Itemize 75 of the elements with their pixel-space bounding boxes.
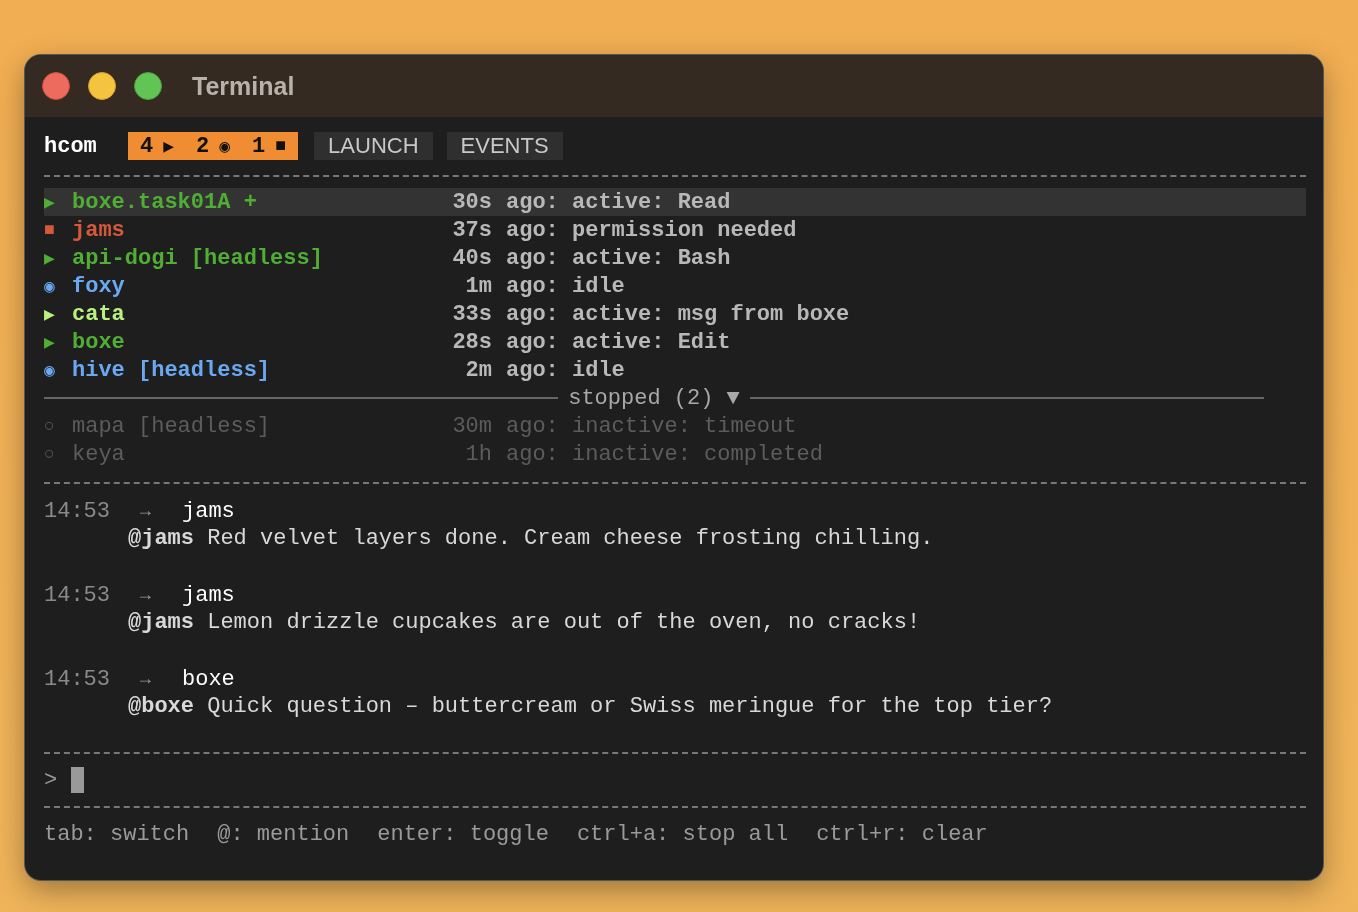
agent-status: ago: permission needed [506,217,798,243]
agent-row[interactable]: ▶ boxe 28s ago: active: Edit [44,328,1306,356]
status-symbol: ■ [275,136,287,156]
agent-row[interactable]: ▶ api-dogi [headless] 40s ago: active: Bash [44,244,1306,272]
message-text: @boxe Quick question – buttercream or Swiss meringue for the top tier? [128,693,1054,721]
status-symbol: ▶ [44,192,56,213]
agent-name: cata [72,301,126,327]
input-field[interactable]: > [44,754,1306,806]
zoom-button[interactable] [134,72,162,100]
agent-status: ago: idle [506,357,626,383]
status-symbol: ◉ [44,360,56,381]
agent-time: 30m [451,413,493,439]
agent-time: 37s [451,217,493,243]
agent-name: api-dogi [headless] [72,245,324,271]
agent-time: 40s [451,245,493,271]
agent-status: ago: active: Read [506,189,732,215]
arrow-icon: → [140,501,182,521]
count: 4 [140,133,154,159]
key-hint: tab: switch [44,821,190,847]
agent-name: mapa [headless] [72,413,272,439]
status-symbol: ◉ [219,136,231,157]
agent-time: 30s [451,189,493,215]
stopped-group-toggle[interactable]: stopped (2) ▼ [558,385,750,411]
agent-name: foxy [72,273,126,299]
close-button[interactable] [42,72,70,100]
message-time: 14:53 [44,582,111,608]
status-symbol: ▶ [44,248,56,269]
status-symbol: ■ [44,220,56,240]
minimize-button[interactable] [88,72,116,100]
agent-time: 2m [464,357,493,383]
count: 1 [252,133,266,159]
agent-status: ago: active: Bash [506,245,732,271]
status-symbol: ▶ [163,136,175,157]
agent-time: 1m [464,273,493,299]
status-symbol: ◉ [44,276,56,297]
agent-name: boxe [72,329,126,355]
status-symbol: ▶ [44,304,56,325]
agent-row[interactable]: ▶ cata 33s ago: active: msg from boxe [44,300,1306,328]
agent-row[interactable]: ▶ boxe.task01A + 30s ago: active: Read [44,188,1306,216]
arrow-icon: → [140,585,182,605]
tab[interactable]: LAUNCH [314,132,433,160]
agent-status: ago: active: Edit [506,329,732,355]
status-symbol: ○ [44,444,56,464]
key-hint: enter: toggle [377,821,549,847]
count: 2 [196,133,210,159]
app-name: hcom [44,133,98,159]
agent-status: ago: inactive: timeout [506,413,798,439]
message-text: @jams Red velvet layers done. Cream cheese frosting chilling. [128,525,935,553]
agent-name: jams [72,217,126,243]
key-hint: ctrl+r: clear [816,821,988,847]
message-recipient: jams [182,582,235,608]
agent-status: ago: active: msg from boxe [506,301,851,327]
window-title: Terminal [192,71,295,101]
key-hint: ctrl+a: stop all [576,821,789,847]
status-symbol: ▶ [44,332,56,353]
agent-time: 1h [464,441,493,467]
status-symbol: ○ [44,416,56,436]
agent-row[interactable]: ◉ foxy 1m ago: idle [44,272,1306,300]
agent-time: 33s [451,301,493,327]
agent-name: hive [headless] [72,357,272,383]
message-time: 14:53 [44,666,111,692]
arrow-icon: → [140,669,182,689]
message-recipient: boxe [182,666,235,692]
message-time: 14:53 [44,498,111,524]
tab[interactable]: EVENTS [446,132,563,160]
agent-status: ago: inactive: completed [506,441,824,467]
agent-name: keya [72,441,126,467]
agent-time: 28s [451,329,493,355]
message-text: @jams Lemon drizzle cupcakes are out of the oven, no cracks! [128,609,922,637]
agent-name: boxe.task01A + [72,189,258,215]
message-recipient: jams [182,498,235,524]
agent-row[interactable]: ■ jams 37s ago: permission needed [44,216,1306,244]
key-hint: @: mention [217,821,350,847]
agent-row[interactable]: ◉ hive [headless] 2m ago: idle [44,356,1306,384]
agent-status: ago: idle [506,273,626,299]
